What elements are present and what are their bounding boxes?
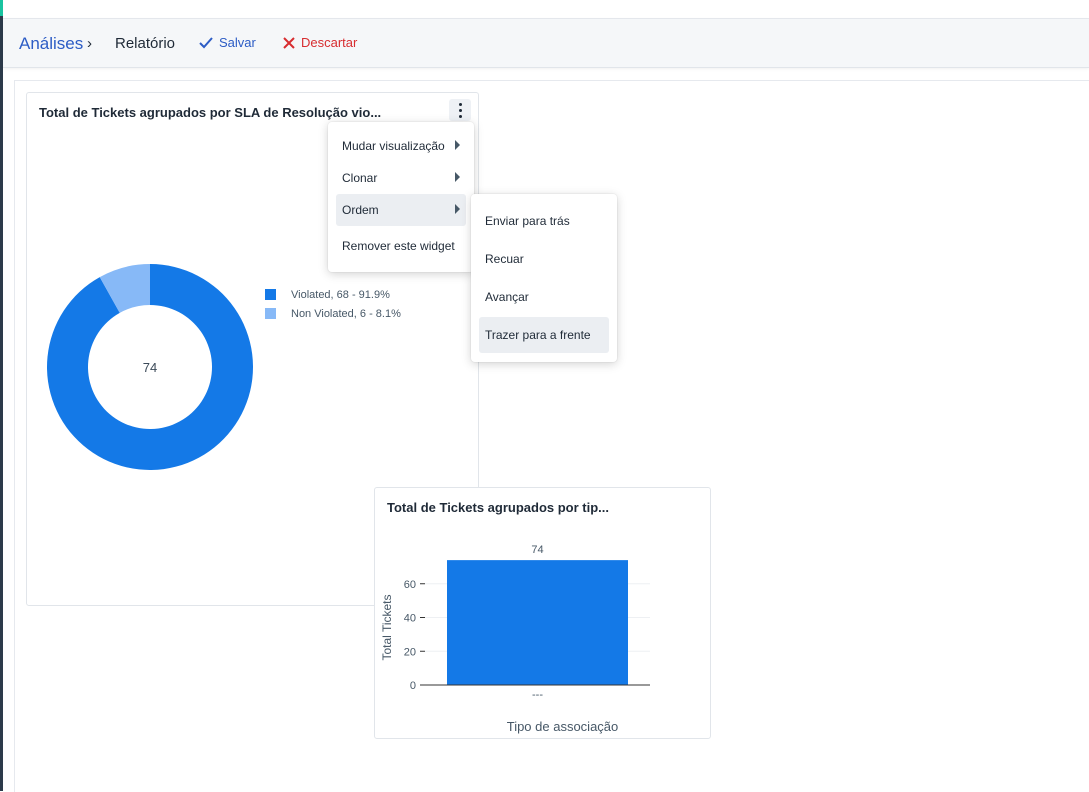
menu-item-label: Trazer para a frente (485, 328, 591, 342)
widget-title: Total de Tickets agrupados por SLA de Re… (39, 105, 382, 120)
order-submenu: Enviar para trás Recuar Avançar Trazer p… (471, 194, 617, 362)
y-tick-label: 0 (410, 680, 416, 692)
menu-item-label: Clonar (342, 171, 378, 185)
legend-item-violated[interactable]: Violated, 68 - 91.9% (265, 285, 401, 304)
discard-button[interactable]: Descartar (283, 35, 357, 50)
breadcrumb-current: Relatório (115, 35, 176, 52)
menu-item-label: Recuar (485, 252, 524, 266)
breadcrumb-analises-link[interactable]: Análises (19, 34, 83, 54)
caret-right-icon (455, 172, 460, 182)
y-tick-label: 60 (404, 579, 416, 591)
menu-item-remove-widget[interactable]: Remover este widget (336, 230, 466, 262)
save-label: Salvar (219, 35, 256, 50)
x-tick-label: --- (532, 689, 543, 701)
legend-swatch (265, 308, 276, 319)
caret-right-icon (455, 140, 460, 150)
legend-label: Violated, 68 - 91.9% (291, 288, 390, 301)
y-tick-label: 20 (404, 646, 416, 658)
donut-center-total: 74 (143, 360, 157, 375)
app-sidebar-edge (0, 0, 3, 791)
menu-item-bring-to-front[interactable]: Trazer para a frente (479, 317, 609, 353)
bar-chart: 0 20 40 60 74 --- Tipo de associação Total Tick… (380, 544, 650, 734)
save-button[interactable]: Salvar (199, 35, 256, 50)
menu-item-label: Enviar para trás (485, 214, 570, 228)
widget-context-menu: Mudar visualização Clonar Ordem Remover … (328, 122, 474, 272)
menu-item-order[interactable]: Ordem (336, 194, 466, 226)
bar-data-label: 74 (531, 544, 543, 556)
menu-item-label: Mudar visualização (342, 139, 445, 153)
more-options-icon[interactable] (449, 99, 471, 121)
menu-item-bring-forward[interactable]: Avançar (479, 279, 609, 315)
x-axis-label: Tipo de associação (507, 719, 619, 734)
menu-item-label: Remover este widget (342, 239, 455, 253)
y-axis-label: Total Tickets (380, 594, 394, 660)
menu-item-clone[interactable]: Clonar (336, 162, 466, 194)
top-bar (3, 0, 1089, 19)
legend-item-non-violated[interactable]: Non Violated, 6 - 8.1% (265, 304, 401, 323)
menu-item-label: Avançar (485, 290, 529, 304)
menu-item-send-backward[interactable]: Recuar (479, 241, 609, 277)
menu-item-label: Ordem (342, 203, 379, 217)
menu-item-change-view[interactable]: Mudar visualização (336, 130, 466, 162)
menu-item-send-to-back[interactable]: Enviar para trás (479, 203, 609, 239)
caret-right-icon (455, 204, 460, 214)
legend-label: Non Violated, 6 - 8.1% (291, 307, 401, 320)
donut-chart: 74 (46, 264, 253, 470)
chevron-right-icon: › (87, 35, 92, 52)
close-icon (283, 36, 295, 49)
check-icon (199, 36, 213, 48)
page-header: Análises › Relatório Salvar Descartar (3, 19, 1089, 68)
legend-swatch (265, 289, 276, 300)
chart-legend: Violated, 68 - 91.9% Non Violated, 6 - 8… (265, 285, 401, 323)
y-tick-label: 40 (404, 613, 416, 625)
association-bar-widget[interactable]: Total de Tickets agrupados por tip... 02… (374, 487, 711, 739)
bar[interactable] (447, 560, 628, 685)
discard-label: Descartar (301, 35, 358, 50)
